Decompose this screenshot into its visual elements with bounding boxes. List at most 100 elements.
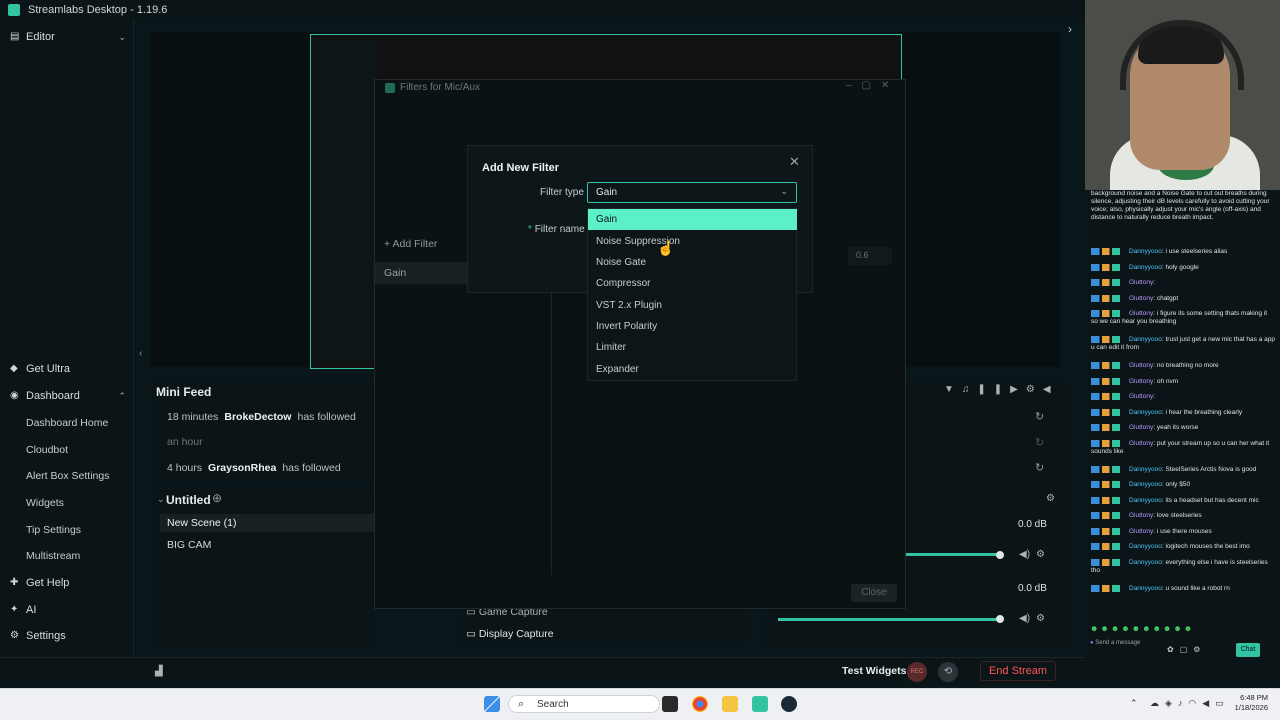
chat-username[interactable]: Gluttony xyxy=(1129,295,1153,302)
refresh-icon[interactable]: ↻ xyxy=(1035,461,1044,474)
steam-icon[interactable] xyxy=(781,696,797,712)
dropdown-option[interactable]: Noise Gate xyxy=(588,252,797,273)
chrome-icon[interactable] xyxy=(692,696,708,712)
record-button[interactable]: REC xyxy=(907,662,927,682)
wifi-icon[interactable]: ◠ xyxy=(1188,698,1202,708)
pause-icon[interactable]: ❚❚ xyxy=(977,384,1010,395)
volume-icon[interactable]: ◀ xyxy=(1202,698,1215,708)
sidebar-item-settings[interactable]: ⚙ Settings xyxy=(10,630,128,642)
gear-icon[interactable]: ⚙ xyxy=(1036,613,1045,624)
chat-username[interactable]: Dannyyooo xyxy=(1129,559,1162,566)
end-stream-button[interactable]: End Stream xyxy=(980,661,1056,681)
volume-icon[interactable]: ◀ xyxy=(1043,384,1059,395)
gear-icon[interactable]: ⚙ xyxy=(1036,549,1045,560)
volume-slider-fill[interactable] xyxy=(905,553,1000,556)
file-explorer-icon[interactable] xyxy=(722,696,738,712)
maximize-icon[interactable]: ▢ xyxy=(862,80,881,91)
taskbar-clock[interactable]: 6:48 PM 1/18/2026 xyxy=(1228,693,1268,713)
music-icon[interactable]: ♫ xyxy=(962,384,978,395)
chat-username[interactable]: Dannyyooo xyxy=(1129,466,1162,473)
settings-icon[interactable]: ⚙ xyxy=(1026,384,1043,395)
replay-buffer-icon[interactable]: ⟲ xyxy=(938,662,958,682)
tray-chevron-up-icon[interactable]: ⌃ xyxy=(1130,698,1138,709)
dropdown-option[interactable]: Expander xyxy=(588,359,797,380)
close-icon[interactable]: ✕ xyxy=(789,154,800,170)
minimize-icon[interactable]: – xyxy=(846,80,862,91)
copy-icon[interactable]: ▢ xyxy=(1180,645,1194,654)
filter-type-select[interactable]: Gain ⌄ xyxy=(587,182,797,203)
chat-username[interactable]: Gluttony xyxy=(1129,393,1153,400)
scene-item[interactable]: New Scene (1) xyxy=(167,517,236,529)
dropdown-option[interactable]: Invert Polarity xyxy=(588,316,797,337)
chat-username[interactable]: Dannyyooo xyxy=(1129,264,1162,271)
collapse-scenes-icon[interactable]: ⌄ xyxy=(157,494,165,505)
taskbar-search-box[interactable]: ⌕ Search xyxy=(508,695,660,713)
chat-username[interactable]: Dannyyooo xyxy=(1129,409,1162,416)
sidebar-item-cloudbot[interactable]: Cloudbot xyxy=(26,444,68,456)
chat-username[interactable]: Dannyyooo xyxy=(1129,248,1162,255)
add-scene-icon[interactable]: ⊕ xyxy=(212,491,222,505)
refresh-icon[interactable]: ↻ xyxy=(1035,436,1044,449)
chat-input[interactable]: ● Send a message xyxy=(1090,640,1150,660)
chat-username[interactable]: Dannyyooo xyxy=(1129,481,1162,488)
sidebar-item-alert-box[interactable]: Alert Box Settings xyxy=(26,470,109,482)
chat-username[interactable]: Dannyyooo xyxy=(1129,543,1162,550)
emote-bar[interactable]: ☻☻☻☻☻☻☻☻☻☻ xyxy=(1090,624,1230,634)
sidebar-item-editor[interactable]: ▤ Editor ⌄ xyxy=(10,31,128,43)
next-icon[interactable]: ▶ xyxy=(1010,384,1026,395)
task-view-icon[interactable] xyxy=(662,696,678,712)
sidebar-item-multistream[interactable]: Multistream xyxy=(26,550,80,562)
start-menu-icon[interactable] xyxy=(484,696,500,712)
settings-icon[interactable]: ⚙ xyxy=(1193,645,1206,654)
filter-icon[interactable]: ▼ xyxy=(944,384,962,395)
volume-slider-handle[interactable] xyxy=(996,551,1004,559)
chat-username[interactable]: Gluttony xyxy=(1129,378,1153,385)
gain-value-field[interactable]: 0.6 xyxy=(848,247,892,265)
dropdown-option[interactable]: Gain xyxy=(588,209,797,230)
chat-username[interactable]: Dannyyooo xyxy=(1129,585,1162,592)
chat-username[interactable]: Gluttony xyxy=(1129,440,1153,447)
sidebar-item-widgets[interactable]: Widgets xyxy=(26,497,64,509)
sidebar-item-ai[interactable]: ✦ AI xyxy=(10,604,128,616)
emote-picker-icon[interactable]: ✿ xyxy=(1167,645,1180,654)
dropdown-option[interactable]: VST 2.x Plugin xyxy=(588,295,797,316)
volume-slider-fill[interactable] xyxy=(778,618,1000,621)
speaker-icon[interactable]: ◀) xyxy=(1019,613,1030,624)
cloud-icon[interactable]: ☁ xyxy=(1150,698,1165,708)
dropdown-option[interactable]: Limiter xyxy=(588,337,797,358)
chat-username[interactable]: Gluttony xyxy=(1129,362,1153,369)
chat-username[interactable]: Gluttony xyxy=(1129,528,1153,535)
refresh-icon[interactable]: ↻ xyxy=(1035,410,1044,423)
sidebar-item-dashboard[interactable]: ◉ Dashboard ⌃ xyxy=(10,390,128,402)
scene-item[interactable]: BIG CAM xyxy=(167,539,211,551)
dropdown-option[interactable]: Compressor xyxy=(588,273,797,294)
collapse-right-icon[interactable]: › xyxy=(1068,22,1072,36)
streamlabs-taskbar-icon[interactable] xyxy=(752,696,768,712)
chat-username[interactable]: Gluttony xyxy=(1129,424,1153,431)
chat-username[interactable]: Gluttony xyxy=(1129,310,1153,317)
chat-username[interactable]: Gluttony xyxy=(1129,512,1153,519)
chat-username[interactable]: Gluttony xyxy=(1129,279,1153,286)
mixer-settings-gear-icon[interactable]: ⚙ xyxy=(1046,493,1055,504)
sidebar-item-tip-settings[interactable]: Tip Settings xyxy=(26,524,81,536)
filter-list-item[interactable]: Gain xyxy=(375,262,467,284)
mic-icon[interactable]: ♪ xyxy=(1178,698,1189,708)
collapse-left-icon[interactable]: ‹ xyxy=(139,348,142,359)
shield-icon[interactable]: ◈ xyxy=(1165,698,1178,708)
source-item[interactable]: ▭ Display Capture xyxy=(466,628,554,640)
chat-username[interactable]: Dannyyooo xyxy=(1129,497,1162,504)
speaker-icon[interactable]: ◀) xyxy=(1019,549,1030,560)
dropdown-option[interactable]: Noise Suppression xyxy=(588,231,797,252)
sidebar-item-dashboard-home[interactable]: Dashboard Home xyxy=(26,417,108,429)
sidebar-item-get-ultra[interactable]: ◆ Get Ultra xyxy=(10,363,128,375)
close-icon[interactable]: ✕ xyxy=(881,80,899,91)
chat-username[interactable]: Dannyyooo xyxy=(1129,336,1162,343)
close-button[interactable]: Close xyxy=(851,584,897,602)
test-widgets-button[interactable]: Test Widgets xyxy=(842,665,906,677)
scene-collection-title[interactable]: Untitled xyxy=(166,493,211,507)
volume-slider-handle[interactable] xyxy=(996,615,1004,623)
add-filter-button[interactable]: + Add Filter xyxy=(384,238,437,250)
stats-icon[interactable]: ▟ xyxy=(155,666,163,677)
chat-send-button[interactable]: Chat xyxy=(1236,643,1260,657)
sidebar-item-get-help[interactable]: ✚ Get Help xyxy=(10,577,128,589)
